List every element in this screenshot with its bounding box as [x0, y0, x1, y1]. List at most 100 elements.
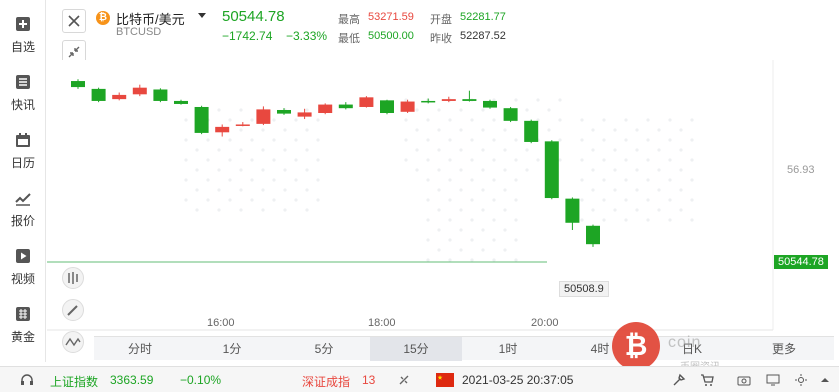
candle-body[interactable]	[153, 89, 168, 101]
high-value: 53271.59	[368, 11, 414, 23]
symbol-dropdown-icon[interactable]	[198, 13, 206, 18]
index2-name[interactable]: 深证成指	[302, 373, 350, 390]
candle-body[interactable]	[544, 141, 559, 199]
candle-body[interactable]	[441, 99, 456, 101]
candle-body[interactable]	[318, 104, 333, 114]
cart-icon[interactable]	[700, 373, 714, 387]
datetime-display: 2021-03-25 20:37:05	[462, 373, 574, 387]
settings-icon[interactable]	[794, 373, 808, 387]
price-change-percent: −3.33%	[286, 29, 328, 43]
candle-body[interactable]	[380, 100, 394, 114]
time-axis-label: 18:00	[368, 317, 396, 329]
timeframe-tab[interactable]: 分时	[94, 337, 186, 361]
low-value: 50500.00	[368, 30, 414, 42]
time-axis-label: 20:00	[531, 317, 559, 329]
candle-body[interactable]	[462, 99, 477, 101]
sidebar-item-label: 快讯	[10, 98, 35, 112]
candle-body[interactable]	[277, 109, 291, 114]
high-label: 最高	[338, 14, 360, 26]
current-price-tag: 50544.78	[774, 255, 828, 269]
candle-body[interactable]	[483, 100, 497, 108]
price-axis-tick: 56.93	[787, 164, 815, 176]
bitcoin-logo-icon: ₿	[96, 11, 110, 25]
candle-body[interactable]	[91, 88, 106, 101]
symbol-code: BTCUSD	[116, 26, 162, 38]
close-icon	[68, 15, 80, 27]
sidebar-item-watchlist[interactable]: 自选	[0, 8, 46, 62]
open-label: 开盘	[430, 14, 452, 26]
timeframe-tab[interactable]: 1分	[186, 337, 278, 361]
left-sidebar: 自选 快讯 日历 报价 视频 黄金	[0, 0, 46, 362]
price-change: −1742.74	[222, 29, 273, 43]
status-bar: 上证指数 3363.59 −0.10% 深证成指 13 2021-03-25 2…	[0, 366, 839, 392]
candle-body[interactable]	[132, 87, 147, 95]
candle-body[interactable]	[71, 81, 85, 88]
chart-canvas[interactable]	[47, 60, 839, 362]
index2-value: 13	[362, 373, 376, 387]
time-axis-label: 16:00	[207, 317, 235, 329]
candle-body[interactable]	[400, 101, 415, 112]
candle-body[interactable]	[256, 109, 271, 124]
sidebar-item-label: 黄金	[10, 330, 35, 344]
last-price: 50544.78	[222, 8, 285, 25]
gold-grid-icon	[16, 307, 30, 321]
sidebar-item-gold[interactable]: 黄金	[0, 298, 46, 352]
watermark-text: coin	[668, 334, 702, 351]
timeframe-tab-selected[interactable]: 15分	[370, 337, 462, 361]
indicator-tool-button[interactable]	[62, 267, 84, 289]
candle-body[interactable]	[421, 100, 436, 103]
candle-body[interactable]	[359, 97, 374, 107]
timeframe-tab[interactable]: 5分	[278, 337, 370, 361]
list-icon	[16, 75, 30, 89]
wave-icon	[65, 337, 81, 347]
prev-close-label: 昨收	[430, 33, 452, 45]
timeframe-tab[interactable]: 1时	[462, 337, 554, 361]
low-label: 最低	[338, 33, 360, 45]
draw-tool-button[interactable]	[62, 299, 84, 321]
headset-icon[interactable]	[20, 373, 34, 387]
trend-icon	[15, 193, 31, 206]
candle-body[interactable]	[503, 108, 518, 121]
sidebar-item-label: 自选	[10, 40, 35, 54]
sidebar-item-label: 视频	[10, 272, 35, 286]
wave-tool-button[interactable]	[62, 331, 84, 353]
candle-body[interactable]	[112, 94, 127, 100]
candle-tool-icon	[68, 272, 78, 284]
china-flag-icon	[436, 373, 454, 387]
sidebar-item-label: 日历	[10, 156, 35, 170]
candle-body[interactable]	[524, 120, 539, 142]
close-button[interactable]	[62, 9, 86, 33]
sidebar-item-news[interactable]: 快讯	[0, 66, 46, 120]
sidebar-item-label: 报价	[10, 214, 35, 228]
candle-body[interactable]	[215, 126, 230, 133]
expand-up-icon[interactable]	[818, 373, 832, 387]
candle-body[interactable]	[565, 198, 580, 223]
index1-name[interactable]: 上证指数	[50, 373, 98, 390]
candle-body[interactable]	[297, 112, 312, 117]
candle-body[interactable]	[586, 225, 600, 245]
crosshair-value-label: 50508.9	[559, 281, 609, 297]
watermark-logo: ₿	[612, 322, 660, 370]
candle-body[interactable]	[174, 100, 188, 104]
prev-close-value: 52287.52	[460, 30, 506, 42]
open-value: 52281.77	[460, 11, 506, 23]
camera-icon[interactable]	[737, 373, 751, 387]
candle-body[interactable]	[338, 104, 353, 109]
sidebar-item-video[interactable]: 视频	[0, 240, 46, 294]
timeframe-tab-more[interactable]: 更多	[738, 337, 830, 361]
sidebar-item-calendar[interactable]: 日历	[0, 124, 46, 178]
sidebar-item-quotes[interactable]: 报价	[0, 182, 46, 236]
candlestick-chart[interactable]: 56.93 50544.78 50508.9 16:00 18:00 20:00	[47, 60, 839, 362]
candle-body[interactable]	[235, 124, 250, 126]
timeframe-bar: 分时 1分 5分 15分 1时 4时 日K 更多	[94, 336, 834, 361]
screen-icon[interactable]	[766, 373, 780, 387]
plus-square-icon	[16, 17, 30, 31]
tools-icon[interactable]	[672, 373, 686, 387]
calendar-icon	[16, 133, 30, 147]
index1-change: −0.10%	[180, 373, 222, 387]
play-icon	[16, 249, 30, 263]
candle-body[interactable]	[194, 106, 209, 133]
pencil-icon	[67, 305, 78, 316]
index1-value: 3363.59	[110, 373, 154, 387]
link-icon[interactable]	[397, 373, 411, 387]
